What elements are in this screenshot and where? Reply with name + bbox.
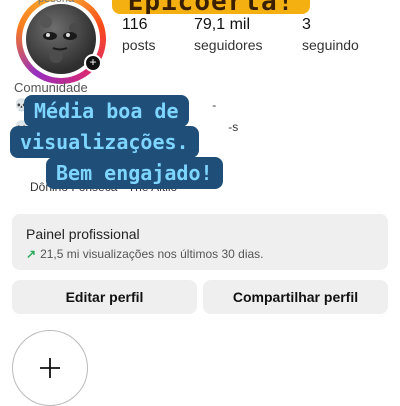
posts-label[interactable]: posts (122, 37, 155, 53)
panel-subtitle: 21,5 mi visualizações nos últimos 30 dia… (40, 247, 264, 261)
posts-count[interactable]: 116 (122, 16, 148, 34)
share-profile-button[interactable]: Compartilhar perfil (203, 280, 388, 314)
panel-title: Painel profissional (26, 226, 140, 242)
plus-icon (40, 358, 60, 378)
professional-dashboard-panel[interactable]: Painel profissional ↗ 21,5 mi visualizaçõ… (12, 214, 388, 270)
panel-subtitle-row: ↗ 21,5 mi visualizações nos últimos 30 di… (26, 247, 264, 261)
top-banner: Èpicoérta! (112, 0, 310, 14)
top-banner-text: Èpicoérta! (128, 0, 295, 14)
avatar-username: pesona (38, 0, 74, 5)
followers-count[interactable]: 79,1 mil (194, 16, 250, 34)
edit-profile-button[interactable]: Editar perfil (12, 280, 197, 314)
caption-line-2: visualizações. (10, 126, 199, 158)
following-count[interactable]: 3 (302, 16, 311, 34)
new-highlight-button[interactable] (12, 330, 88, 406)
profile-category: Comunidade (14, 80, 88, 95)
caption-line-1: Média boa de (24, 95, 189, 127)
followers-label[interactable]: seguidores (194, 37, 263, 53)
caption-line-3: Bem engajado! (46, 157, 223, 189)
add-story-icon[interactable]: + (84, 54, 102, 72)
following-label[interactable]: seguindo (302, 37, 359, 53)
bio-line-2-fragment: -s (228, 120, 239, 134)
trend-up-icon: ↗ (26, 247, 37, 261)
bio-line-1-fragment: - (212, 98, 217, 112)
